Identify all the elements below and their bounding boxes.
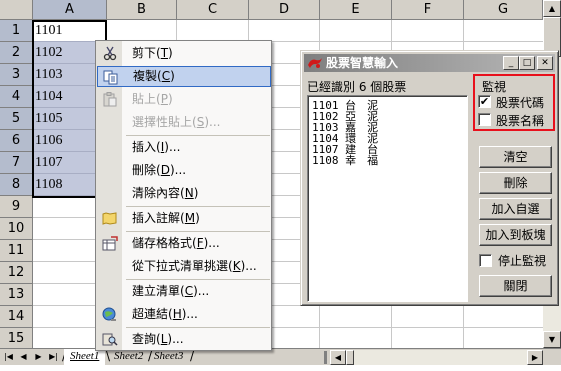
close-button[interactable]: 關閉 <box>479 275 552 297</box>
column-header-c[interactable]: C <box>177 0 249 20</box>
menu-item-paste-special: 選擇性貼上(S)... <box>132 115 221 129</box>
prev-sheet-icon[interactable]: ◀ <box>18 350 29 364</box>
copy-icon <box>103 70 119 85</box>
recognized-count-label: 已經識別 6 個股票 <box>307 80 407 94</box>
row-header-11[interactable]: 11 <box>0 240 33 262</box>
scroll-up-icon[interactable]: ▲ <box>543 0 561 17</box>
last-sheet-icon[interactable]: ▶| <box>48 350 59 364</box>
menu-item-cut[interactable]: 剪下(T) <box>97 43 271 64</box>
list-item[interactable]: 1108 幸 福 <box>312 155 378 166</box>
maximize-icon[interactable]: □ <box>519 56 535 70</box>
menu-item-paste: 貼上(P) <box>97 89 271 110</box>
scissors-icon <box>102 46 118 61</box>
stock-name-label: 股票名稱 <box>496 114 545 128</box>
column-header-b[interactable]: B <box>107 0 177 20</box>
row-header-9[interactable]: 9 <box>0 196 33 218</box>
stock-code-checkbox[interactable]: ✔ <box>478 95 491 108</box>
hyperlink-icon <box>102 307 118 322</box>
stock-list[interactable]: 1101 台 泥 1102 亞 泥 1103 嘉 泥 1104 環 泥 1107… <box>307 95 468 302</box>
menu-item-insert-comment[interactable]: 插入註解(M) <box>97 208 271 229</box>
row-header-12[interactable]: 12 <box>0 262 33 284</box>
row-header-13[interactable]: 13 <box>0 284 33 306</box>
format-cells-icon <box>102 236 118 251</box>
tab-split-handle[interactable] <box>322 350 330 365</box>
column-header-g[interactable]: G <box>464 0 543 20</box>
column-header-a[interactable]: A <box>33 0 107 20</box>
minimize-icon[interactable]: _ <box>503 56 519 70</box>
dialog-title-bar[interactable]: 股票智慧輸入 _ □ ✕ <box>304 54 555 72</box>
row-header-8[interactable]: 8 <box>0 174 33 196</box>
tab-sheet1[interactable]: Sheet1 <box>64 349 106 365</box>
row-header-3[interactable]: 3 <box>0 64 33 86</box>
app-logo-icon <box>307 56 323 73</box>
scroll-down-icon[interactable]: ▼ <box>543 331 561 348</box>
menu-item-clear-contents[interactable]: 清除內容(N) <box>97 183 271 204</box>
row-header-14[interactable]: 14 <box>0 306 33 328</box>
clear-button[interactable]: 清空 <box>479 146 552 168</box>
row-header-15[interactable]: 15 <box>0 328 33 350</box>
menu-item-copy[interactable]: 複製(C) <box>97 66 271 87</box>
stock-code-label: 股票代碼 <box>496 96 545 110</box>
row-header-2[interactable]: 2 <box>0 42 33 64</box>
row-header-7[interactable]: 7 <box>0 152 33 174</box>
stock-name-checkbox[interactable] <box>478 113 491 126</box>
first-sheet-icon[interactable]: |◀ <box>3 350 14 364</box>
row-header-4[interactable]: 4 <box>0 86 33 108</box>
menu-item-pick-from-list[interactable]: 從下拉式清單挑選(K)... <box>97 256 271 277</box>
menu-item-hyperlink[interactable]: 超連結(H)... <box>97 304 271 325</box>
dialog-title: 股票智慧輸入 <box>326 56 399 70</box>
row-header-5[interactable]: 5 <box>0 108 33 130</box>
monitor-group-title: 監視 <box>482 78 507 95</box>
delete-button[interactable]: 刪除 <box>479 172 552 194</box>
row-header-10[interactable]: 10 <box>0 218 33 240</box>
column-header-d[interactable]: D <box>249 0 320 20</box>
menu-item-format-cells[interactable]: 儲存格格式(F)... <box>97 233 271 254</box>
stop-monitor-checkbox[interactable] <box>479 254 492 267</box>
scroll-right-icon[interactable]: ▶ <box>527 350 543 365</box>
sheet-tab-bar: |◀ ◀ ▶ ▶| / Sheet1 \ Sheet2 / Sheet3 / ◀… <box>0 348 561 365</box>
menu-item-create-list[interactable]: 建立清單(C)... <box>97 281 271 302</box>
stop-monitor-label: 停止監視 <box>498 254 547 268</box>
tab-sheet3[interactable]: Sheet3 <box>148 349 189 365</box>
research-icon <box>102 332 118 347</box>
paste-icon <box>102 92 118 107</box>
context-menu: 剪下(T) 複製(C) 貼上(P) 選擇性貼上(S)... 插入(I)... 刪… <box>95 40 272 351</box>
close-icon[interactable]: ✕ <box>537 56 553 70</box>
menu-item-delete[interactable]: 刪除(D)... <box>97 160 271 181</box>
cell-a1[interactable]: 1101 <box>33 20 106 42</box>
scroll-left-icon[interactable]: ◀ <box>330 350 346 365</box>
column-header-f[interactable]: F <box>392 0 464 20</box>
tab-sheet2[interactable]: Sheet2 <box>108 349 149 365</box>
horizontal-scrollbar[interactable]: ◀ ▶ <box>330 350 543 365</box>
select-all-corner[interactable] <box>0 0 33 20</box>
column-header-e[interactable]: E <box>320 0 392 20</box>
row-header-6[interactable]: 6 <box>0 130 33 152</box>
row-header-1[interactable]: 1 <box>0 20 33 42</box>
add-to-sector-button[interactable]: 加入到板塊 <box>479 224 552 246</box>
horizontal-scroll-thumb[interactable] <box>346 350 354 365</box>
comment-icon <box>102 211 118 226</box>
menu-item-research[interactable]: 查詢(L)... <box>97 329 271 350</box>
add-to-watchlist-button[interactable]: 加入自選 <box>479 198 552 220</box>
next-sheet-icon[interactable]: ▶ <box>33 350 44 364</box>
menu-item-insert[interactable]: 插入(I)... <box>97 137 271 158</box>
stock-input-dialog: 股票智慧輸入 _ □ ✕ 已經識別 6 個股票 1101 台 泥 1102 亞 … <box>300 50 559 306</box>
